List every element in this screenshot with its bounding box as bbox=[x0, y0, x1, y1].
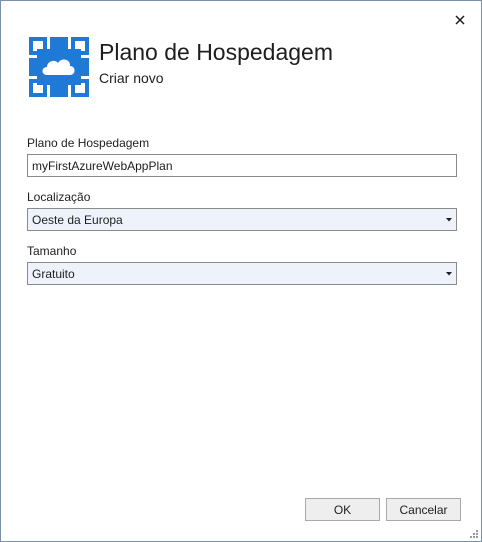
ok-button[interactable]: OK bbox=[305, 498, 380, 521]
dialog-header: Plano de Hospedagem Criar novo bbox=[27, 35, 333, 99]
plan-name-input[interactable] bbox=[27, 154, 457, 177]
dropdown-arrow-icon bbox=[442, 263, 456, 284]
size-selected-value: Gratuito bbox=[32, 266, 75, 281]
close-icon bbox=[455, 15, 465, 25]
dialog-title: Plano de Hospedagem bbox=[99, 39, 333, 65]
close-button[interactable] bbox=[451, 11, 469, 29]
location-label: Localização bbox=[27, 190, 91, 204]
location-selected-value: Oeste da Europa bbox=[32, 212, 123, 227]
dialog-subtitle: Criar novo bbox=[99, 70, 164, 86]
azure-app-service-icon bbox=[29, 37, 89, 97]
cancel-button[interactable]: Cancelar bbox=[386, 498, 461, 521]
size-label: Tamanho bbox=[27, 244, 77, 258]
location-select[interactable]: Oeste da Europa bbox=[27, 208, 457, 231]
size-select[interactable]: Gratuito bbox=[27, 262, 457, 285]
resize-grip-icon[interactable] bbox=[469, 529, 479, 539]
plan-label: Plano de Hospedagem bbox=[27, 136, 150, 150]
hosting-plan-dialog: Plano de Hospedagem Criar novo Plano de … bbox=[0, 0, 482, 542]
dropdown-arrow-icon bbox=[442, 209, 456, 230]
